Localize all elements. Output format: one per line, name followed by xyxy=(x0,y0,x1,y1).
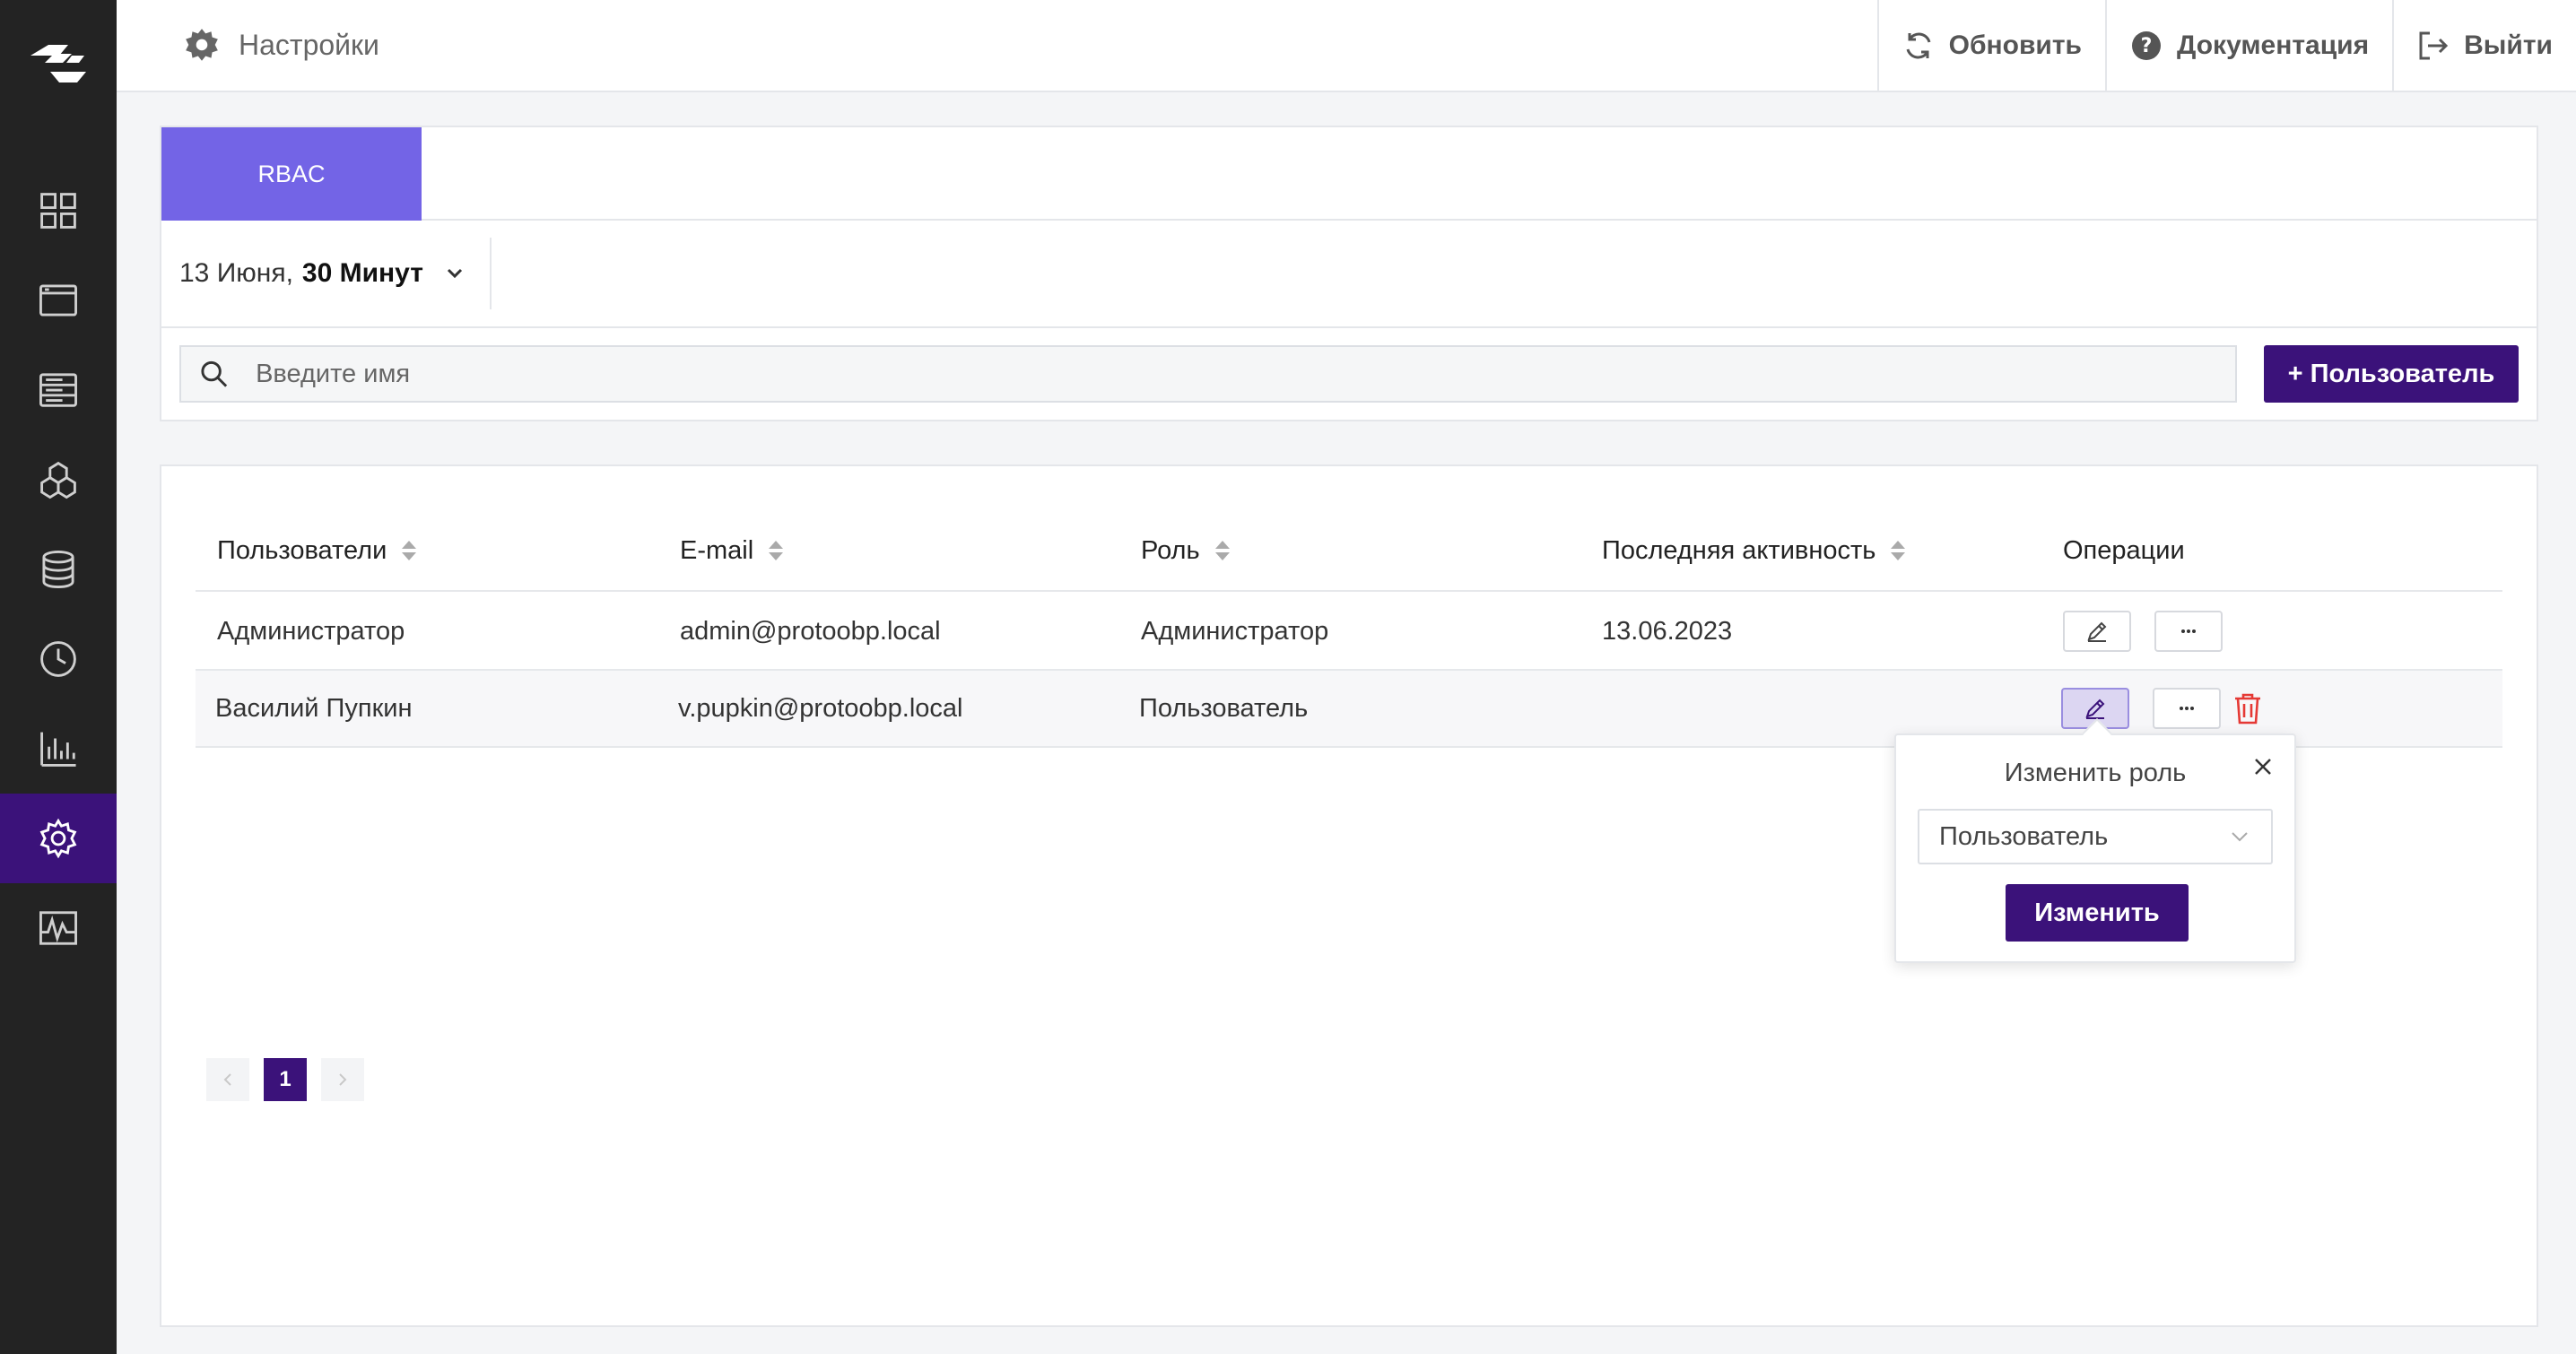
cell-name: Администратор xyxy=(217,616,405,646)
table-header: Пользователи E-mail Роль Последняя актив… xyxy=(196,511,2502,592)
cell-email: v.pupkin@protoobp.local xyxy=(678,693,963,723)
cell-name: Василий Пупкин xyxy=(215,693,413,723)
chevron-right-icon xyxy=(339,1073,347,1086)
logout-button[interactable]: Выйти xyxy=(2392,0,2576,91)
column-email-label: E-mail xyxy=(680,535,754,565)
column-users[interactable]: Пользователи xyxy=(217,536,419,566)
pencil-icon xyxy=(2085,699,2105,719)
top-actions: Обновить ? Документация Выйти xyxy=(1876,0,2576,91)
period-selector[interactable]: 13 Июня, 30 Минут xyxy=(161,238,492,309)
period-row: 13 Июня, 30 Минут xyxy=(161,221,2537,328)
docs-button[interactable]: ? Документация xyxy=(2104,0,2392,91)
help-icon: ? xyxy=(2131,30,2161,60)
column-role-label: Роль xyxy=(1141,535,1200,565)
nav-monitor-icon[interactable] xyxy=(0,883,117,973)
add-user-button[interactable]: + Пользователь xyxy=(2264,345,2519,403)
logout-label: Выйти xyxy=(2464,30,2553,60)
cell-role: Администратор xyxy=(1141,616,1329,646)
cell-last-active: 13.06.2023 xyxy=(1602,616,1733,646)
chevron-down-icon xyxy=(447,268,462,279)
more-dots-icon xyxy=(2181,629,2196,633)
popover-title: Изменить роль xyxy=(2004,759,2187,787)
cell-email: admin@protoobp.local xyxy=(680,616,941,646)
column-operations: Операции xyxy=(2063,536,2185,566)
nav-dashboard-icon[interactable] xyxy=(0,166,117,256)
sidebar xyxy=(0,0,117,1354)
edit-button[interactable] xyxy=(2063,611,2131,652)
prev-page-button[interactable] xyxy=(206,1058,249,1101)
search-icon xyxy=(201,360,228,387)
docs-label: Документация xyxy=(2176,30,2370,60)
logout-icon xyxy=(2419,31,2449,59)
svg-text:?: ? xyxy=(2141,35,2153,57)
page-title-wrap: Настройки xyxy=(183,27,379,65)
column-operations-label: Операции xyxy=(2063,535,2185,565)
nav-database-icon[interactable] xyxy=(0,525,117,614)
top-bar: Настройки Обновить ? Документация Выйти xyxy=(117,0,2576,92)
role-select-value: Пользователь xyxy=(1939,821,2109,851)
page-title: Настройки xyxy=(239,29,379,61)
tab-bar: RBAC xyxy=(161,127,2537,221)
sort-icon xyxy=(402,541,417,560)
search-row: + Пользователь xyxy=(161,328,2537,420)
refresh-button[interactable]: Обновить xyxy=(1876,0,2105,91)
pencil-icon xyxy=(2087,621,2107,642)
tab-rbac[interactable]: RBAC xyxy=(161,127,422,221)
nav-cubes-icon[interactable] xyxy=(0,435,117,525)
nav-chart-icon[interactable] xyxy=(0,704,117,794)
page-button-current[interactable]: 1 xyxy=(264,1058,307,1101)
column-email[interactable]: E-mail xyxy=(680,536,786,566)
table-row: Администратор admin@protoobp.local Админ… xyxy=(196,594,2502,671)
change-role-button[interactable]: Изменить xyxy=(2006,884,2189,942)
refresh-icon xyxy=(1906,32,1931,58)
column-last-active[interactable]: Последняя активность xyxy=(1602,536,1908,566)
sort-icon xyxy=(769,541,784,560)
search-box xyxy=(179,345,2237,403)
next-page-button[interactable] xyxy=(321,1058,364,1101)
settings-gear-icon xyxy=(186,28,218,61)
more-dots-icon xyxy=(2180,707,2194,710)
column-users-label: Пользователи xyxy=(217,535,387,565)
search-input[interactable] xyxy=(256,359,2235,389)
nav-window-icon[interactable] xyxy=(0,256,117,345)
refresh-label: Обновить xyxy=(1948,30,2082,60)
more-button[interactable] xyxy=(2154,611,2223,652)
column-role[interactable]: Роль xyxy=(1141,536,1232,566)
role-select[interactable]: Пользователь xyxy=(1918,809,2273,864)
delete-button[interactable] xyxy=(2230,689,2266,728)
app-logo[interactable] xyxy=(27,36,90,90)
close-icon[interactable] xyxy=(2251,755,2275,778)
change-role-popover: Изменить роль Пользователь Изменить xyxy=(1894,718,2296,963)
column-last-active-label: Последняя активность xyxy=(1602,535,1876,565)
period-range: 30 Минут xyxy=(301,258,423,288)
chevron-left-icon xyxy=(223,1073,231,1086)
sort-icon xyxy=(1891,541,1906,560)
nav-clock-icon[interactable] xyxy=(0,614,117,704)
trash-icon xyxy=(2235,693,2260,725)
sort-icon xyxy=(1214,541,1230,560)
nav-settings-icon[interactable] xyxy=(0,794,117,883)
cell-role: Пользователь xyxy=(1139,693,1309,723)
period-date: 13 Июня, xyxy=(179,258,293,288)
filter-panel: RBAC 13 Июня, 30 Минут + Пользователь xyxy=(160,126,2538,421)
pagination: 1 xyxy=(206,1058,364,1101)
more-button[interactable] xyxy=(2153,688,2221,729)
nav-list-icon[interactable] xyxy=(0,345,117,435)
chevron-down-icon xyxy=(2232,832,2248,842)
